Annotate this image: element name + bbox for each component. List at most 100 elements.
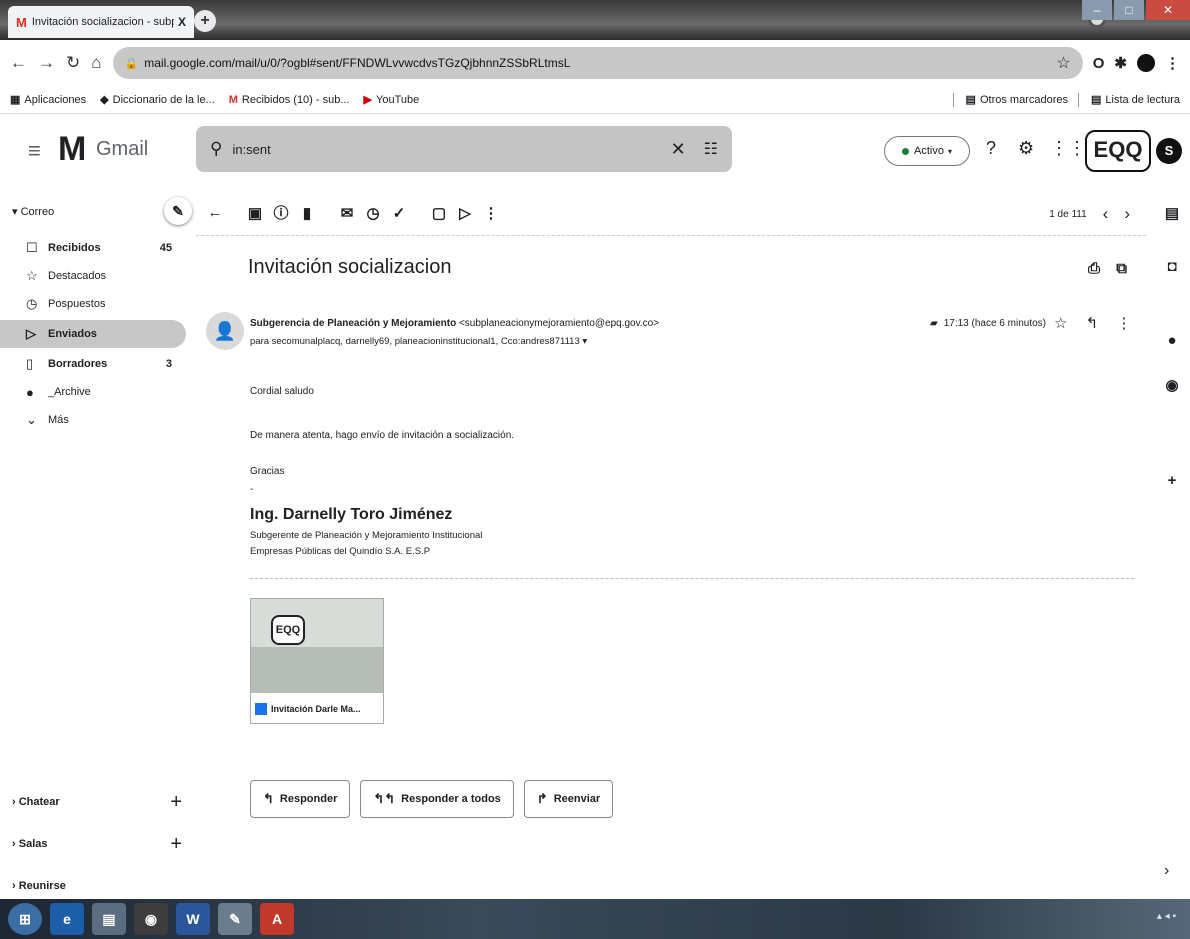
add-room-button[interactable]: + [170,833,182,856]
forward-icon: ↱ [536,791,548,806]
gmail-logo-icon[interactable]: M [58,132,86,166]
mark-unread-icon[interactable]: ✉ [334,204,360,222]
sender-line: Subgerencia de Planeación y Mejoramiento… [250,318,659,329]
apps-icon[interactable]: ⋮⋮ [1050,138,1086,159]
status-selector[interactable]: Activo ▾ [884,136,970,166]
browser-tab[interactable]: M Invitación socializacion - subplan X [8,6,194,38]
snooze-icon[interactable]: ◷ [360,204,386,222]
forward-button[interactable]: ↱ Reenviar [523,780,614,818]
compose-button[interactable]: ✎ [164,197,192,225]
search-bar[interactable]: ⚲ in:sent ✕ ☷ [196,126,732,172]
chevron-down-icon: ⌄ [26,412,37,427]
close-window-button[interactable]: ✕ [1146,0,1190,20]
back-to-list-icon[interactable]: ← [202,204,228,221]
bookmark-other[interactable]: ▤ Otros marcadores [965,93,1068,107]
bookmark-youtube[interactable]: ▶ YouTube [364,93,420,107]
sidebar-section-rooms[interactable]: › Salas + [12,832,182,856]
more-icon[interactable]: ⋮ [1116,315,1131,332]
sidebar-item-destacados[interactable]: ☆ Destacados [0,262,186,290]
browser-menu-icon[interactable]: ⋮ [1165,54,1180,72]
calendar-icon[interactable]: ▤ [1162,204,1182,224]
open-new-window-icon[interactable]: ⧉ [1116,260,1127,277]
pagination: 1 de 111 ‹ › [1049,204,1130,224]
sidebar-section-chat[interactable]: › Chatear + [12,790,182,814]
help-icon[interactable]: ? [986,138,996,159]
more-options-icon[interactable]: ⋮ [478,204,504,222]
chevron-down-icon: ▾ [947,146,952,156]
reload-icon[interactable]: ↻ [66,53,80,73]
folder-icon: ▤ [965,94,976,106]
back-icon[interactable]: ← [10,53,27,73]
delete-icon[interactable]: ▮ [294,204,320,222]
url-input[interactable]: 🔒 mail.google.com/mail/u/0/?ogbl#sent/FF… [112,47,1083,79]
maximize-button[interactable]: □ [1114,0,1144,20]
attachment-name: Invitación Darle Ma... [271,704,361,714]
add-task-icon[interactable]: ✓ [386,204,412,222]
previous-page-icon[interactable]: ‹ [1103,204,1109,224]
report-spam-icon[interactable]: ⓘ [268,202,294,223]
keep-icon[interactable]: ◘ [1162,258,1182,278]
file-explorer-icon[interactable]: ▤ [92,903,126,935]
body-text: De manera atenta, hago envío de invitaci… [250,430,515,441]
expand-panel-icon[interactable]: › [1164,862,1169,880]
archive-icon[interactable]: ▣ [242,204,268,222]
opera-extension-icon[interactable]: O [1093,55,1105,72]
bookmark-star-icon[interactable]: ☆ [1056,53,1070,73]
sidebar-section-meet[interactable]: › Reunirse [12,874,182,898]
sidebar-section-mail[interactable]: ▾ Correo ✎ [12,197,192,225]
search-icon[interactable]: ⚲ [210,139,222,159]
chevron-down-icon[interactable]: ▾ [582,336,587,347]
forward-icon[interactable]: → [38,53,55,73]
sender-name[interactable]: Subgerencia de Planeación y Mejoramiento [250,318,456,329]
sidebar-item-enviados[interactable]: ▷ Enviados [0,320,186,348]
move-to-icon[interactable]: ▢ [426,204,452,222]
contacts-icon[interactable]: ◉ [1162,376,1182,396]
ie-icon[interactable]: e [50,903,84,935]
bookmark-apps[interactable]: ▦ Aplicaciones [10,93,86,107]
message-toolbar: ← ▣ ⓘ ▮ ✉ ◷ ✓ ▢ ▷ ⋮ 1 de 111 ‹ › [196,190,1146,236]
sidebar-item-recibidos[interactable]: ☐ Recibidos 45 [0,234,186,262]
extensions-icon[interactable]: ✱ [1114,54,1127,72]
reply-all-icon: ↰↰ [373,791,396,806]
system-tray[interactable]: ▴ ◂ ▪ [1157,911,1176,922]
reply-button[interactable]: ↰ Responder [250,780,351,818]
chrome-icon[interactable]: ◉ [134,903,168,935]
new-tab-button[interactable]: + [194,10,216,32]
sidebar-item-label: Borradores [48,358,108,370]
sidebar-item-borradores[interactable]: ▯ Borradores 3 [0,350,186,378]
gear-icon[interactable]: ⚙ [1018,138,1034,159]
start-button-icon[interactable]: ⊞ [8,903,42,935]
recipients-line[interactable]: para secomunalplacq, darnelly69, planeac… [250,336,587,347]
search-input[interactable]: in:sent [232,142,670,157]
organization-logo[interactable]: EQQ [1085,130,1151,172]
pdf-reader-icon[interactable]: A [260,903,294,935]
word-icon[interactable]: W [176,903,210,935]
paint-icon[interactable]: ✎ [218,903,252,935]
tasks-icon[interactable]: ● [1162,332,1182,352]
print-icon[interactable]: ⎙ [1088,260,1100,277]
search-options-icon[interactable]: ☷ [704,139,718,159]
star-icon[interactable]: ☆ [1054,315,1067,332]
browser-profile-icon[interactable] [1137,54,1155,72]
bookmark-reading-list[interactable]: ▤ Lista de lectura [1091,93,1180,107]
home-icon[interactable]: ⌂ [91,53,101,73]
sidebar-item-pospuestos[interactable]: ◷ Pospuestos [0,290,186,318]
reply-all-button[interactable]: ↰↰ Responder a todos [360,780,514,818]
next-page-icon[interactable]: › [1124,204,1130,224]
message-subject: Invitación socializacion [248,256,452,278]
main-menu-icon[interactable]: ≡ [28,138,41,164]
minimize-button[interactable]: – [1082,0,1112,20]
bookmark-inbox[interactable]: M Recibidos (10) - sub... [229,94,350,106]
add-chat-button[interactable]: + [170,791,182,814]
label-icon[interactable]: ▷ [452,204,478,222]
attachment-card[interactable]: EQQ Invitación Darle Ma... [250,598,384,724]
clear-search-icon[interactable]: ✕ [671,139,686,160]
reply-icon[interactable]: ↰ [1086,315,1099,332]
sidebar-item-ms[interactable]: ⌄ Más [0,406,186,434]
tab-close-button[interactable]: X [178,15,186,29]
caret-right-icon: › [12,838,19,850]
add-addon-icon[interactable]: + [1162,472,1182,492]
sidebar-item-archive[interactable]: ● _Archive [0,378,186,406]
bookmark-dictionary[interactable]: ◆ Diccionario de la le... [100,93,215,107]
avatar[interactable]: S [1156,138,1182,164]
